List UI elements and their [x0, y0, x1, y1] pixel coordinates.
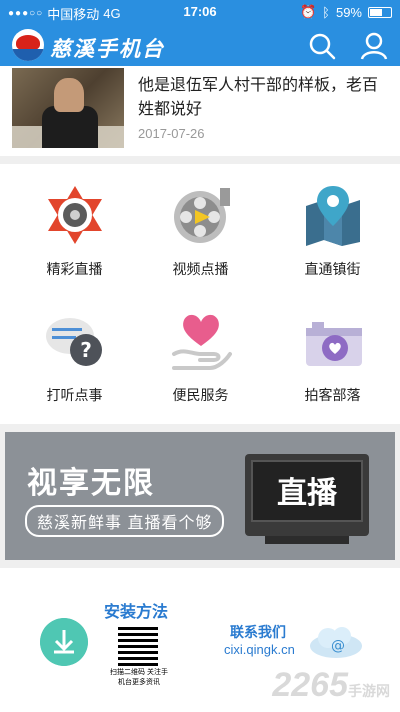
contact-title: 联系我们	[230, 624, 286, 640]
promo-banner[interactable]: 视享无限 慈溪新鲜事 直播看个够 直播	[5, 432, 395, 560]
grid-label: 直通镇街	[304, 261, 361, 277]
svg-text:?: ?	[80, 338, 92, 362]
footer-info: 安装方法 扫描二维码 关注手机台更多资讯 联系我们 cixi.qingk.cn …	[0, 568, 400, 712]
grid-item-service[interactable]: 便民服务	[134, 290, 267, 410]
watermark-logo: 2265手游网	[272, 666, 390, 704]
website-link[interactable]: cixi.qingk.cn	[224, 642, 295, 657]
grid-label: 精彩直播	[46, 261, 103, 277]
bluetooth-icon: ᛒ	[322, 4, 330, 20]
grid-item-towns[interactable]: 直通镇街	[266, 164, 399, 284]
camera-icon	[306, 322, 362, 366]
grid-item-live[interactable]: 精彩直播	[8, 164, 141, 284]
user-icon[interactable]	[360, 32, 388, 60]
cloud-mail-icon: @	[310, 627, 362, 658]
news-title[interactable]: 他是退伍军人村干部的样板，老百姓都说好	[138, 74, 386, 122]
grid-label: 便民服务	[172, 387, 229, 403]
app-header: 慈溪手机台	[0, 24, 400, 66]
app-title: 慈溪手机台	[50, 36, 165, 61]
grid-item-snapshot[interactable]: 拍客部落	[266, 290, 399, 410]
banner-title: 视享无限	[27, 467, 155, 500]
map-pin-icon	[306, 186, 360, 246]
news-item[interactable]: 他是退伍军人村干部的样板，老百姓都说好 2017-07-26	[0, 66, 400, 156]
feature-grid: 精彩直播 视频点播 直通镇街 ? 打听点事 便民服务 拍客部落	[0, 164, 400, 424]
svg-text:@: @	[331, 638, 345, 654]
install-method-title: 安装方法	[104, 604, 169, 621]
heart-hand-icon	[172, 314, 232, 370]
grid-item-ask[interactable]: ? 打听点事	[8, 290, 141, 410]
film-reel-icon	[174, 188, 230, 243]
grid-label: 打听点事	[46, 387, 103, 403]
banner-subtitle: 慈溪新鲜事 直播看个够	[25, 505, 225, 537]
qr-code	[118, 626, 158, 666]
tv-icon: 直播	[245, 454, 369, 544]
search-icon[interactable]	[308, 32, 336, 60]
question-chat-icon: ?	[46, 318, 102, 366]
battery-percent: 59%	[335, 4, 362, 20]
grid-label: 视频点播	[172, 261, 229, 277]
download-icon[interactable]	[40, 618, 88, 666]
grid-item-vod[interactable]: 视频点播	[134, 164, 267, 284]
qr-caption: 扫描二维码 关注手机台更多资讯	[110, 669, 168, 686]
news-thumbnail[interactable]	[12, 68, 124, 148]
battery-icon	[368, 6, 392, 18]
status-bar: ●●●○○ 中国移动 4G 17:06 ⏰ ᛒ 59%	[0, 0, 400, 24]
tv-live-text: 直播	[277, 476, 337, 511]
app-logo	[12, 29, 44, 61]
alarm-icon: ⏰	[299, 4, 317, 19]
live-camera-icon	[48, 186, 102, 244]
news-date: 2017-07-26	[138, 126, 205, 141]
grid-label: 拍客部落	[304, 387, 361, 403]
